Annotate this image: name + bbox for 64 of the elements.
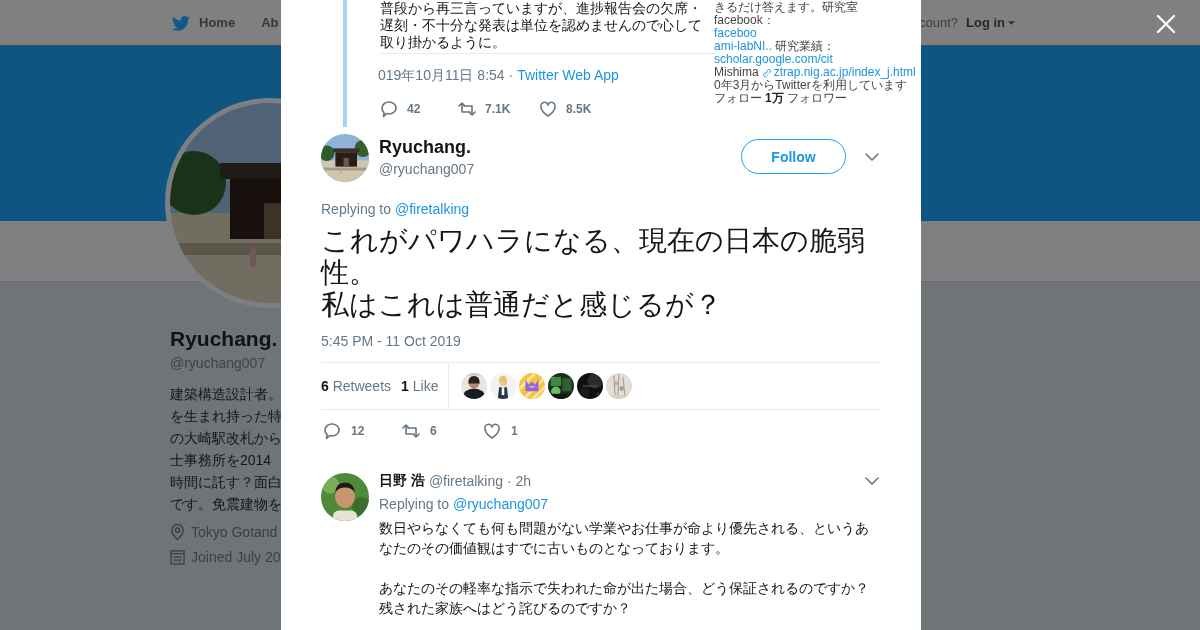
bio-line: 建築構造設計者。	[170, 385, 282, 404]
profile-text: フォロワー	[786, 92, 847, 105]
calendar-icon	[170, 549, 185, 565]
retweet-stat[interactable]: 6 Retweets	[321, 378, 392, 394]
follow-button[interactable]: Follow	[741, 139, 846, 174]
replying-to-text: Replying to @ryuchang007	[379, 496, 550, 512]
reply-age: · 2h	[507, 473, 532, 489]
chevron-down-icon[interactable]	[865, 153, 879, 161]
nav-link[interactable]: Home	[199, 15, 236, 30]
profile-link[interactable]: ztrap.nig.ac.jp/index_j.html	[773, 66, 916, 79]
bio-line: の大崎駅改札から	[170, 429, 282, 448]
mention-link[interactable]: @firetalking	[394, 201, 470, 217]
bio-line: を生まれ持った特	[170, 407, 282, 426]
reply-text-line: あなたのその軽率な指示で失われた命が出た場合、どう保証されるのですか？	[379, 579, 870, 598]
retweet-icon[interactable]	[458, 100, 476, 118]
timestamp: 019年10月11日 8:54 ·	[378, 67, 514, 85]
action-count: 12	[351, 424, 365, 438]
heart-icon[interactable]	[539, 100, 557, 118]
author-name[interactable]: 日野 浩	[379, 472, 425, 490]
bio-line: です。免震建物を	[170, 495, 282, 514]
profile-link[interactable]: ami-labNI..	[714, 40, 772, 53]
author-handle[interactable]: @firetalking	[428, 473, 504, 489]
login-link[interactable]: Log in	[966, 15, 1015, 30]
reply-icon[interactable]	[323, 422, 341, 440]
tweet-text: これがパワハラになる、現在の日本の脆弱性。	[321, 225, 866, 289]
action-count: 7.1K	[485, 102, 511, 116]
bio-line: 時間に託す？面白	[170, 473, 282, 492]
tweet-text-line: 取り掛かるように。	[380, 34, 507, 51]
profile-link[interactable]: scholar.google.com/cit	[714, 53, 833, 66]
action-count: 1	[511, 424, 518, 438]
reply-icon[interactable]	[380, 100, 398, 118]
reply-text-line: なたのその価値観はすでに古いものとなっております。	[379, 539, 730, 558]
action-count: 42	[407, 102, 421, 116]
retweet-icon[interactable]	[402, 422, 420, 440]
replying-to-text: Replying to @firetalking	[321, 201, 471, 217]
reply-text-line: 数日やらなくても何も問題がない学業やお仕事が命より優先される、というあ	[379, 519, 870, 538]
caret-icon	[1008, 20, 1015, 25]
bio-line: 士事務所を2014	[170, 451, 272, 470]
tweet-text: 私はこれは普通だと感じるが？	[321, 289, 723, 321]
location-pin-icon	[170, 523, 185, 541]
nav-link[interactable]: Ab	[261, 15, 279, 30]
author-handle[interactable]: @ryuchang007	[379, 161, 741, 177]
profile-text: 0年3月からTwitterを利用しています	[714, 79, 907, 92]
author-name[interactable]: Ryuchang.	[379, 137, 741, 158]
like-stat[interactable]: 1 Like	[401, 378, 439, 394]
tweet-text-line: 遅刻・不十分な発表は単位を認めませんので心して	[380, 17, 703, 34]
profile-name: Ryuchang.	[170, 327, 278, 351]
reply-text-line: 残された家族へはどう詫びるのですか？	[379, 599, 632, 618]
action-count: 8.5K	[566, 102, 592, 116]
profile-text: Mishima	[714, 66, 759, 79]
link-icon	[761, 67, 772, 78]
tweet-text-line: 普段から再三言っていますが、進捗報告会の欠席・	[380, 0, 703, 17]
action-count: 6	[430, 424, 437, 438]
mention-link[interactable]: @ryuchang007	[452, 496, 549, 512]
profile-text: フォロー	[714, 92, 762, 105]
tweet-time: 5:45 PM - 11 Oct 2019	[321, 333, 462, 349]
profile-text: 研究業績：	[775, 40, 835, 53]
close-icon	[1156, 14, 1176, 34]
heart-icon[interactable]	[483, 422, 501, 440]
chevron-down-icon[interactable]	[865, 477, 879, 485]
follower-count: 1万	[765, 92, 784, 105]
profile-link[interactable]: faceboo	[714, 27, 757, 40]
profile-text: きるだけ答えます。研究室facebook：	[714, 1, 859, 27]
source-link[interactable]: Twitter Web App	[517, 67, 619, 85]
